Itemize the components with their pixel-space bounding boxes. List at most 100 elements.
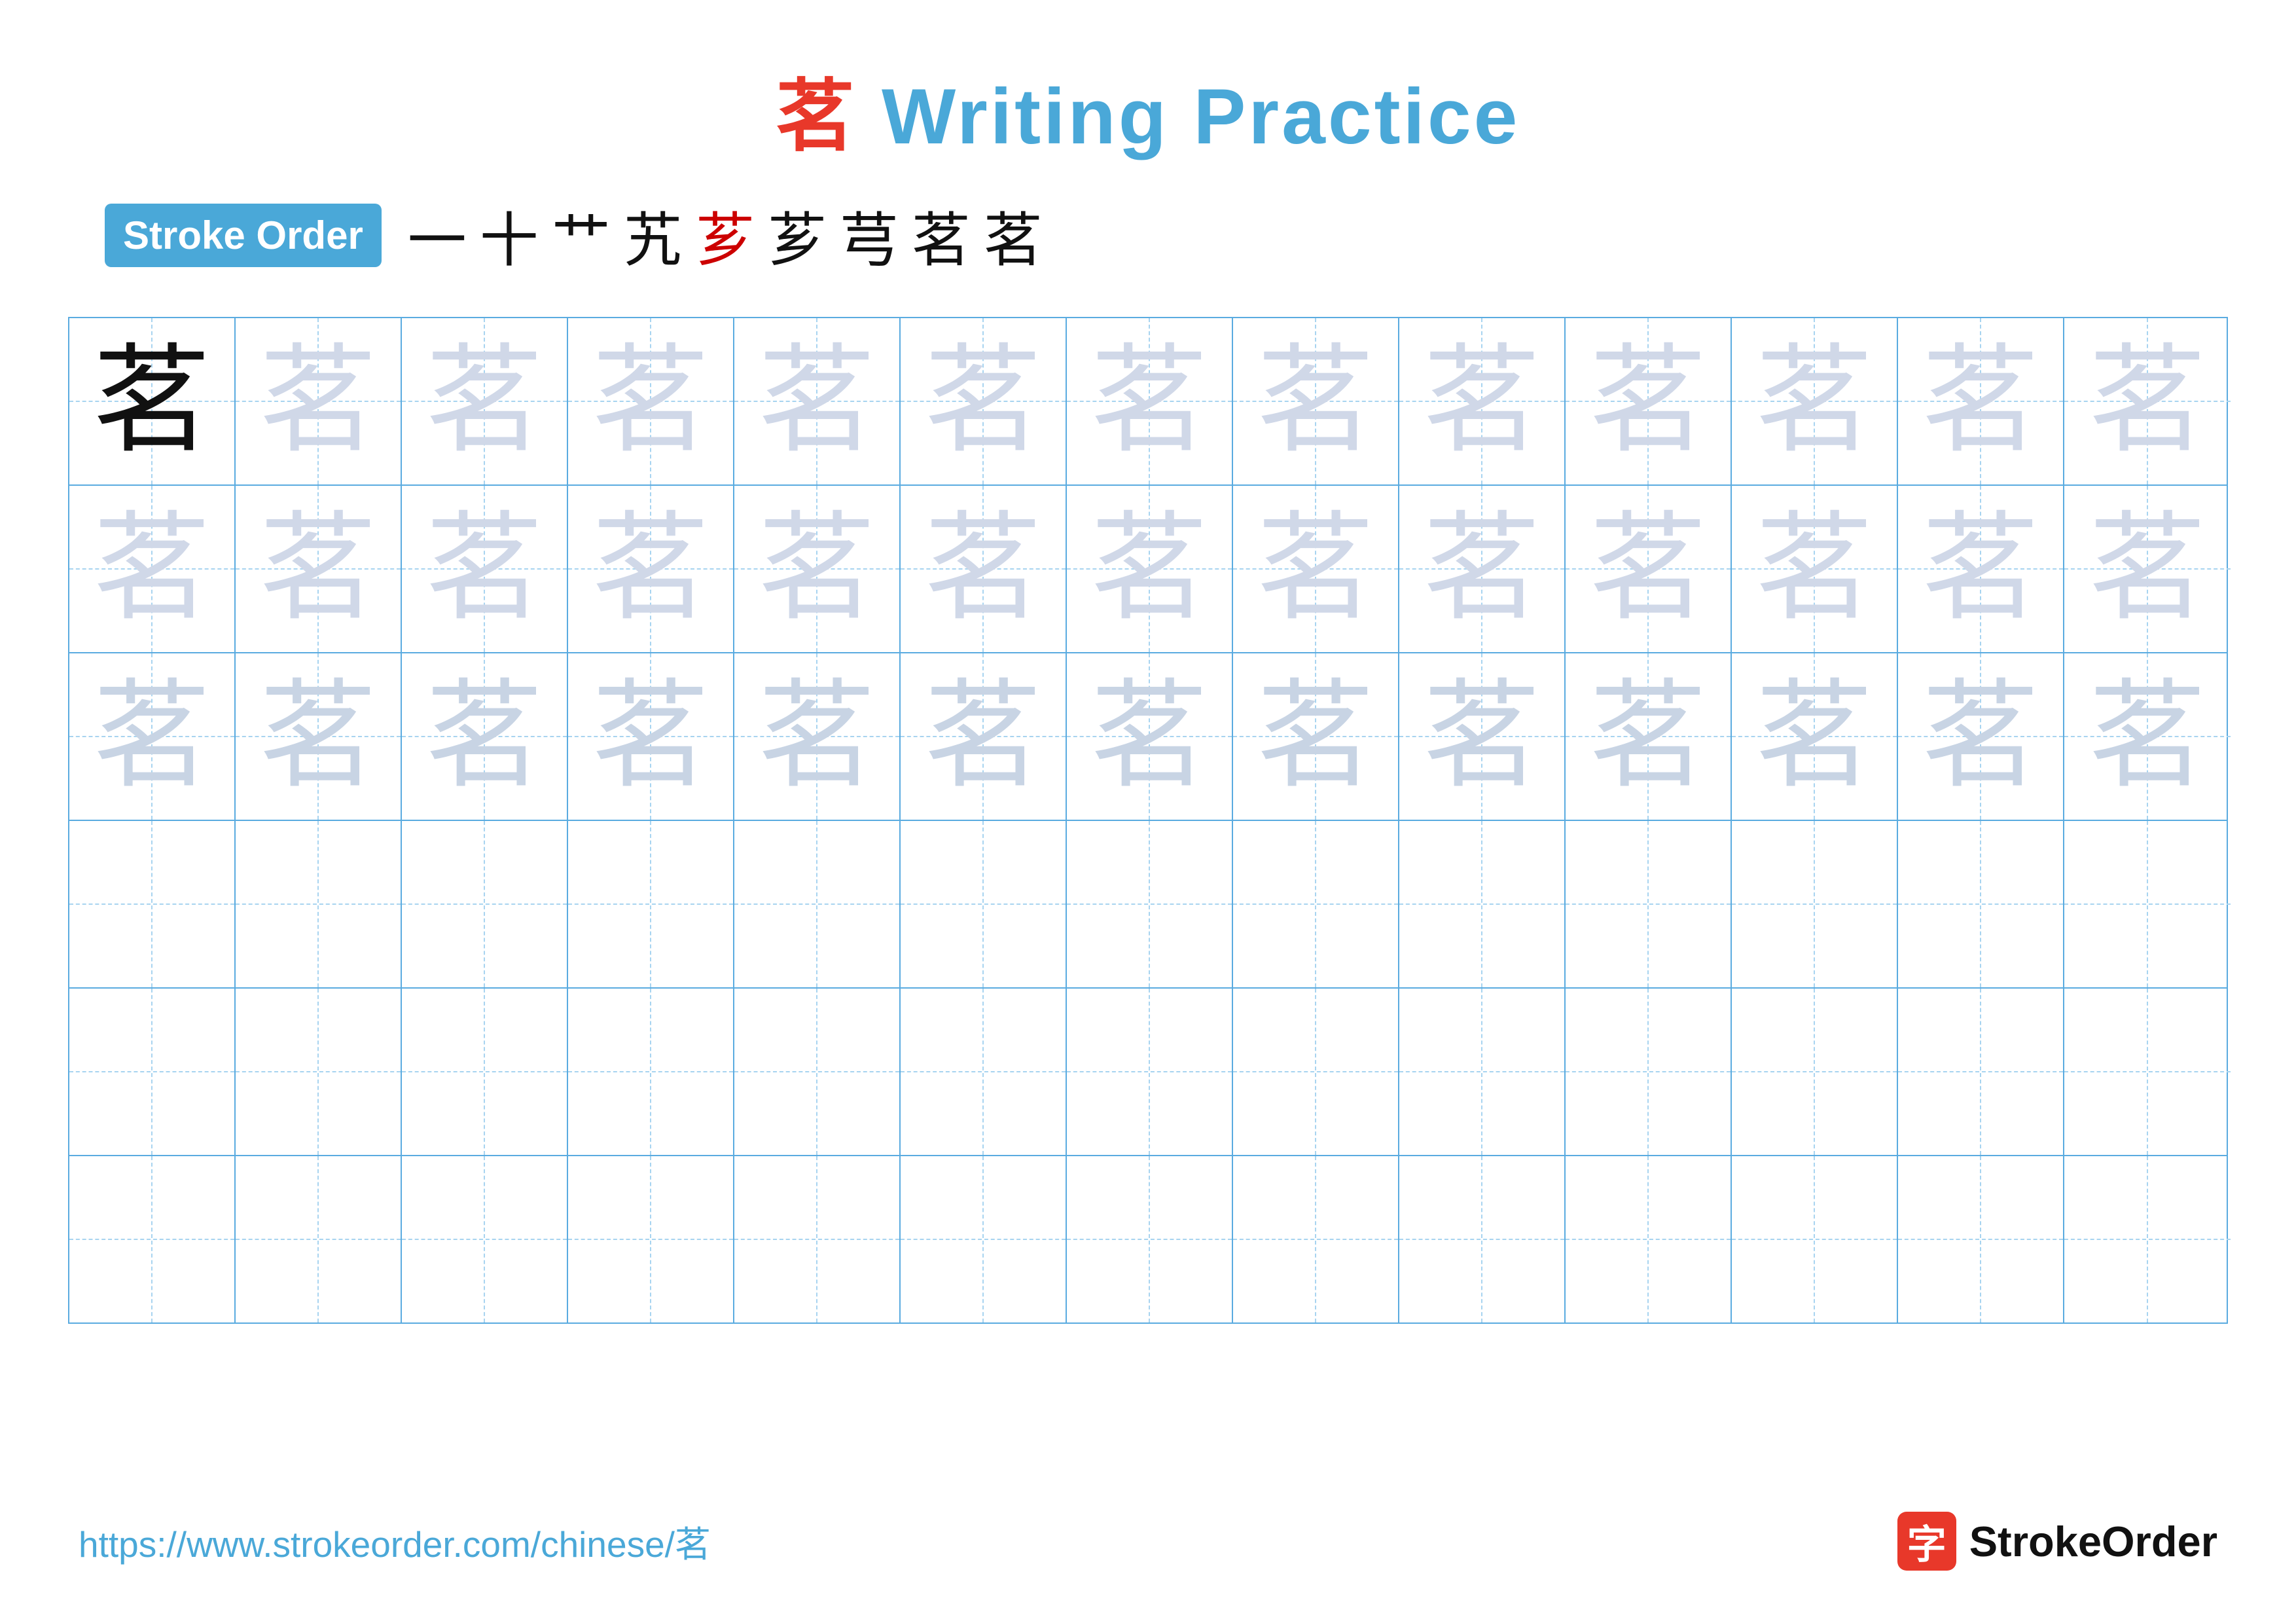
grid-cell[interactable] [1732,821,1898,987]
grid-cell[interactable] [1399,821,1566,987]
grid-cell[interactable]: 茗 [1898,486,2064,652]
grid-cell[interactable]: 茗 [1067,318,1233,484]
grid-cell[interactable]: 茗 [734,486,901,652]
grid-cell[interactable]: 茗 [1233,653,1399,820]
grid-cell[interactable]: 茗 [2064,486,2231,652]
grid-cell[interactable] [1233,989,1399,1155]
grid-cell[interactable]: 茗 [568,318,734,484]
grid-cell[interactable]: 茗 [1399,653,1566,820]
grid-cell[interactable] [1067,1156,1233,1322]
grid-cell[interactable] [1233,1156,1399,1322]
grid-cell[interactable] [402,989,568,1155]
grid-cell[interactable]: 茗 [236,653,402,820]
practice-char: 茗 [1257,678,1374,795]
grid-cell[interactable] [1067,989,1233,1155]
grid-cell[interactable] [69,1156,236,1322]
grid-cell[interactable]: 茗 [1566,653,1732,820]
grid-cell[interactable]: 茗 [2064,653,2231,820]
stroke-8: 茗 [912,192,971,278]
grid-cell[interactable] [236,989,402,1155]
grid-cell[interactable] [734,821,901,987]
grid-cell[interactable]: 茗 [1233,318,1399,484]
grid-cell[interactable]: 茗 [1566,318,1732,484]
grid-cell[interactable] [1732,989,1898,1155]
grid-cell[interactable] [1067,821,1233,987]
stroke-5: 芗 [696,192,755,278]
stroke-4: 艽 [624,192,683,278]
grid-cell[interactable] [1399,989,1566,1155]
grid-cell[interactable]: 茗 [69,486,236,652]
practice-char: 茗 [259,510,377,628]
grid-cell[interactable] [1566,989,1732,1155]
grid-cell[interactable] [901,989,1067,1155]
grid-cell[interactable] [69,989,236,1155]
grid-cell[interactable] [1732,1156,1898,1322]
grid-cell[interactable] [901,821,1067,987]
practice-char: 茗 [758,342,876,460]
stroke-order-row: Stroke Order 一 十 艹 艽 芗 芗 芎 茗 茗 [65,192,2231,278]
grid-cell[interactable]: 茗 [69,318,236,484]
stroke-7: 芎 [840,192,899,278]
grid-cell[interactable]: 茗 [901,318,1067,484]
grid-cell[interactable] [402,821,568,987]
grid-cell[interactable]: 茗 [1732,486,1898,652]
footer: https://www.strokeorder.com/chinese/茗 字 … [0,1512,2296,1571]
grid-cell[interactable]: 茗 [734,318,901,484]
grid-cell[interactable] [1898,989,2064,1155]
grid-cell[interactable]: 茗 [236,486,402,652]
grid-cell[interactable]: 茗 [568,486,734,652]
grid-cell[interactable] [2064,989,2231,1155]
grid-cell[interactable]: 茗 [1399,486,1566,652]
grid-cell[interactable]: 茗 [734,653,901,820]
grid-cell[interactable]: 茗 [1898,653,2064,820]
practice-char: 茗 [1922,678,2039,795]
grid-cell[interactable] [1399,1156,1566,1322]
grid-cell[interactable]: 茗 [901,653,1067,820]
grid-cell[interactable]: 茗 [1233,486,1399,652]
grid-cell[interactable] [69,821,236,987]
grid-cell[interactable]: 茗 [2064,318,2231,484]
grid-cell[interactable]: 茗 [69,653,236,820]
grid-cell[interactable] [901,1156,1067,1322]
grid-cell[interactable] [568,1156,734,1322]
grid-cell[interactable]: 茗 [402,653,568,820]
practice-char: 茗 [1090,510,1208,628]
grid-cell[interactable]: 茗 [1732,653,1898,820]
grid-cell[interactable] [1898,1156,2064,1322]
practice-char: 茗 [1755,678,1873,795]
grid-cell[interactable] [2064,821,2231,987]
practice-char: 茗 [758,678,876,795]
grid-cell[interactable] [1566,1156,1732,1322]
stroke-sequence: 一 十 艹 艽 芗 芗 芎 茗 茗 [408,192,1043,278]
grid-cell[interactable] [1898,821,2064,987]
grid-cell[interactable]: 茗 [901,486,1067,652]
grid-cell[interactable]: 茗 [402,318,568,484]
brand-logo: 字 [1897,1512,1956,1571]
practice-char: 茗 [924,510,1042,628]
grid-cell[interactable] [2064,1156,2231,1322]
grid-cell[interactable] [402,1156,568,1322]
grid-cell[interactable] [1233,821,1399,987]
grid-cell[interactable] [568,821,734,987]
practice-char: 茗 [1090,342,1208,460]
grid-cell[interactable]: 茗 [568,653,734,820]
grid-cell[interactable]: 茗 [402,486,568,652]
title-text: Writing Practice [857,73,1520,160]
grid-cell[interactable]: 茗 [1898,318,2064,484]
grid-cell[interactable]: 茗 [1732,318,1898,484]
grid-cell[interactable] [236,821,402,987]
grid-cell[interactable] [734,1156,901,1322]
grid-row-5 [69,989,2227,1156]
grid-cell[interactable] [734,989,901,1155]
grid-cell[interactable] [568,989,734,1155]
brand-name: StrokeOrder [1969,1517,2217,1566]
grid-cell[interactable]: 茗 [236,318,402,484]
grid-cell[interactable]: 茗 [1067,653,1233,820]
grid-cell[interactable] [236,1156,402,1322]
practice-char: 茗 [1755,510,1873,628]
grid-cell[interactable]: 茗 [1399,318,1566,484]
grid-cell[interactable]: 茗 [1067,486,1233,652]
stroke-order-badge: Stroke Order [105,204,382,267]
grid-cell[interactable]: 茗 [1566,486,1732,652]
grid-cell[interactable] [1566,821,1732,987]
